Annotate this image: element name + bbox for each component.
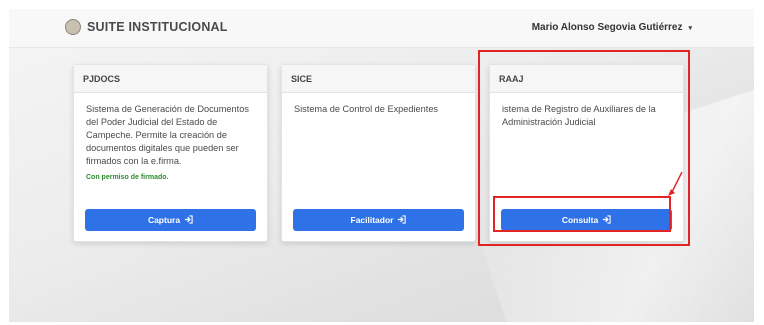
- card-description: Sistema de Control de Expedientes: [294, 104, 439, 114]
- permission-note: Con permiso de firmado.: [86, 174, 169, 181]
- sign-in-icon: [397, 214, 407, 226]
- brand[interactable]: SUITE INSTITUCIONAL: [65, 19, 228, 35]
- card-description-block: Sistema de Generación de Documentos del …: [74, 93, 267, 203]
- chevron-down-icon: ▾: [688, 24, 692, 32]
- user-menu[interactable]: Mario Alonso Segovia Gutiérrez ▾: [532, 22, 692, 33]
- card-pjdocs: PJDOCS Sistema de Generación de Document…: [73, 64, 268, 242]
- captura-button[interactable]: Captura: [85, 209, 256, 231]
- top-navbar: SUITE INSTITUCIONAL Mario Alonso Segovia…: [9, 9, 754, 48]
- institution-seal-icon: [65, 19, 81, 35]
- button-label: Facilitador: [350, 215, 394, 225]
- card-sice: SICE Sistema de Control de Expedientes F…: [281, 64, 476, 242]
- card-title: PJDOCS: [74, 65, 267, 93]
- facilitador-button[interactable]: Facilitador: [293, 209, 464, 231]
- app-title: SUITE INSTITUCIONAL: [87, 20, 228, 34]
- annotation-arrow-icon: [668, 171, 683, 196]
- card-title: SICE: [282, 65, 475, 93]
- sign-in-icon: [184, 214, 193, 226]
- button-label: Captura: [147, 215, 181, 225]
- card-description-block: Sistema de Control de Expedientes: [282, 93, 475, 203]
- annotation-highlight-button: [493, 196, 671, 232]
- card-description: Sistema de Generación de Documentos del …: [86, 104, 249, 166]
- user-name: Mario Alonso Segovia Gutiérrez: [531, 22, 683, 33]
